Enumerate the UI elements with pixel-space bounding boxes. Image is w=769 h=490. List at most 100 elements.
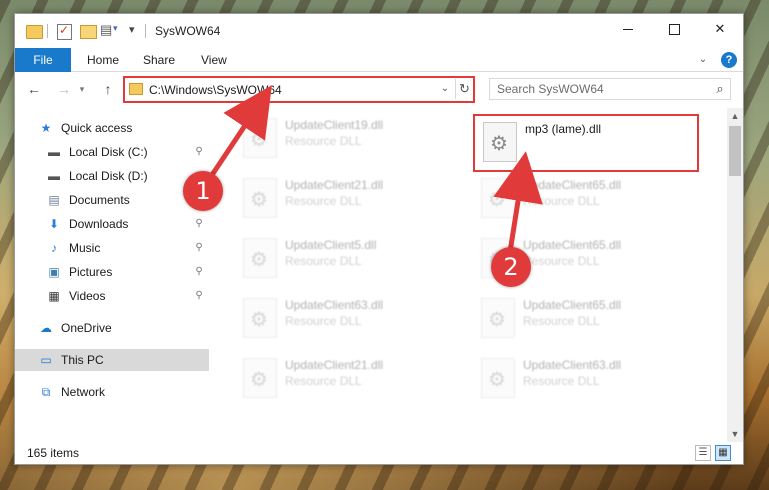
- maximize-button[interactable]: [651, 14, 697, 44]
- file-name: UpdateClient65.dll: [523, 238, 622, 252]
- minimize-button[interactable]: [605, 14, 651, 44]
- file-name: UpdateClient65.dll: [523, 178, 622, 192]
- dll-file-icon: [481, 298, 515, 338]
- file-type: Resource DLL: [285, 314, 362, 328]
- tab-file[interactable]: File: [15, 48, 71, 72]
- expand-ribbon-chevron-icon[interactable]: ⌄: [695, 52, 711, 68]
- file-item[interactable]: UpdateClient65.dll Resource DLL: [473, 292, 699, 348]
- back-arrow-icon[interactable]: ←: [25, 80, 43, 98]
- documents-icon: ▤: [48, 193, 60, 207]
- window-title: SysWOW64: [155, 24, 221, 38]
- file-name: UpdateClient21.dll: [285, 358, 384, 372]
- sidebar-item-quick-access[interactable]: ★ Quick access: [15, 117, 209, 139]
- vertical-scrollbar[interactable]: ▲ ▼: [727, 108, 743, 442]
- music-icon: ♪: [51, 241, 57, 255]
- sidebar-item-network[interactable]: ⧉ Network: [15, 381, 209, 403]
- sidebar-item-videos[interactable]: ▦ Videos ⚲: [15, 285, 209, 307]
- dll-file-icon: [243, 178, 277, 218]
- sidebar-item-local-disk-c[interactable]: ▬ Local Disk (C:) ⚲: [15, 141, 209, 163]
- file-item[interactable]: UpdateClient5.dll Resource DLL: [235, 232, 461, 288]
- sidebar-item-music[interactable]: ♪ Music ⚲: [15, 237, 209, 259]
- pin-icon[interactable]: ⚲: [193, 289, 205, 303]
- drive-icon: ▬: [48, 145, 60, 159]
- address-path[interactable]: C:\Windows\SysWOW64: [149, 83, 282, 97]
- ribbon-tabs: File Home Share View ⌄ ?: [15, 48, 743, 72]
- close-button[interactable]: [697, 14, 743, 44]
- file-name: UpdateClient63.dll: [523, 358, 622, 372]
- dll-file-icon: [243, 298, 277, 338]
- tab-home[interactable]: Home: [87, 48, 119, 72]
- file-item[interactable]: UpdateClient21.dll Resource DLL: [235, 172, 461, 228]
- file-item[interactable]: UpdateClient65.dll Resource DLL: [473, 172, 699, 228]
- recent-locations-chevron-icon[interactable]: ▾: [77, 80, 87, 98]
- customize-toolbar-chevron-icon[interactable]: [127, 22, 139, 40]
- file-item[interactable]: UpdateClient19.dll Resource DLL: [235, 112, 461, 168]
- dll-file-icon: [243, 118, 277, 158]
- search-placeholder[interactable]: Search SysWOW64: [497, 82, 604, 96]
- file-item[interactable]: UpdateClient63.dll Resource DLL: [473, 352, 699, 408]
- pin-icon[interactable]: ⚲: [193, 265, 205, 279]
- file-item-mp3-lame[interactable]: mp3 (lame).dll: [473, 114, 699, 172]
- search-box[interactable]: Search SysWOW64 ⌕: [489, 78, 731, 100]
- address-bar[interactable]: C:\Windows\SysWOW64 ⌄ ↻: [123, 76, 475, 103]
- sidebar-item-pictures[interactable]: ▣ Pictures ⚲: [15, 261, 209, 283]
- download-icon: ⬇: [48, 217, 60, 231]
- tab-share[interactable]: Share: [143, 48, 175, 72]
- pin-icon[interactable]: ⚲: [193, 217, 205, 231]
- scrollbar-thumb[interactable]: [729, 126, 741, 176]
- sidebar-item-label: This PC: [61, 353, 104, 367]
- sidebar-item-label: Pictures: [69, 265, 113, 279]
- sidebar-item-label: Videos: [69, 289, 106, 303]
- pin-icon[interactable]: ⚲: [193, 145, 205, 159]
- file-type: Resource DLL: [285, 194, 362, 208]
- file-type: Resource DLL: [285, 374, 362, 388]
- scroll-down-arrow-icon[interactable]: ▼: [727, 426, 743, 442]
- dll-file-icon: [483, 122, 517, 162]
- file-type: Resource DLL: [285, 254, 362, 268]
- up-arrow-icon[interactable]: ↑: [99, 80, 117, 98]
- scroll-up-arrow-icon[interactable]: ▲: [727, 108, 743, 124]
- cloud-icon: ☁: [40, 321, 52, 335]
- file-name: UpdateClient5.dll: [285, 238, 377, 252]
- file-type: Resource DLL: [523, 194, 600, 208]
- tab-view[interactable]: View: [201, 48, 227, 72]
- toolbar-separator: [145, 24, 146, 38]
- file-explorer-window: SysWOW64 File Home Share View ⌄ ? ← → ▾ …: [14, 13, 744, 465]
- sidebar-item-this-pc[interactable]: ▭ This PC: [15, 349, 209, 371]
- status-bar: 165 items ☰ ▦: [15, 442, 743, 464]
- sidebar-item-documents[interactable]: ▤ Documents ⚲: [15, 189, 209, 211]
- sidebar-item-label: Local Disk (C:): [69, 145, 148, 159]
- file-item[interactable]: UpdateClient63.dll Resource DLL: [235, 292, 461, 348]
- search-icon[interactable]: ⌕: [712, 81, 728, 97]
- sidebar-item-downloads[interactable]: ⬇ Downloads ⚲: [15, 213, 209, 235]
- sidebar-item-label: Local Disk (D:): [69, 169, 148, 183]
- dll-file-icon: [481, 358, 515, 398]
- address-dropdown-chevron-icon[interactable]: ⌄: [439, 81, 451, 97]
- folder-icon: [25, 22, 43, 40]
- new-folder-icon[interactable]: [79, 22, 97, 40]
- pin-icon[interactable]: ⚲: [193, 241, 205, 255]
- file-type: Resource DLL: [285, 134, 362, 148]
- sidebar-item-label: Network: [61, 385, 106, 399]
- file-item[interactable]: UpdateClient21.dll Resource DLL: [235, 352, 461, 408]
- toolbar-separator: [47, 24, 48, 38]
- step-badge-1: 1: [183, 171, 223, 211]
- forward-arrow-icon[interactable]: →: [55, 80, 73, 98]
- sidebar-item-label: OneDrive: [61, 321, 112, 335]
- file-name: UpdateClient19.dll: [285, 118, 384, 132]
- properties-icon[interactable]: [55, 22, 73, 40]
- title-bar: SysWOW64: [15, 14, 743, 48]
- details-view-icon[interactable]: ☰: [695, 445, 711, 461]
- drive-icon: ▬: [48, 169, 60, 183]
- help-icon[interactable]: ?: [721, 52, 737, 68]
- large-icons-view-icon[interactable]: ▦: [715, 445, 731, 461]
- sidebar-item-local-disk-d[interactable]: ▬ Local Disk (D:): [15, 165, 209, 187]
- file-name: UpdateClient21.dll: [285, 178, 384, 192]
- file-list: UpdateClient19.dll Resource DLL UpdateCl…: [209, 108, 727, 442]
- view-options-icon[interactable]: [99, 22, 121, 40]
- refresh-icon[interactable]: ↻: [455, 79, 473, 99]
- star-icon: ★: [40, 121, 52, 135]
- sidebar-item-onedrive[interactable]: ☁ OneDrive: [15, 317, 209, 339]
- file-name: UpdateClient63.dll: [285, 298, 384, 312]
- sidebar-item-label: Music: [69, 241, 101, 255]
